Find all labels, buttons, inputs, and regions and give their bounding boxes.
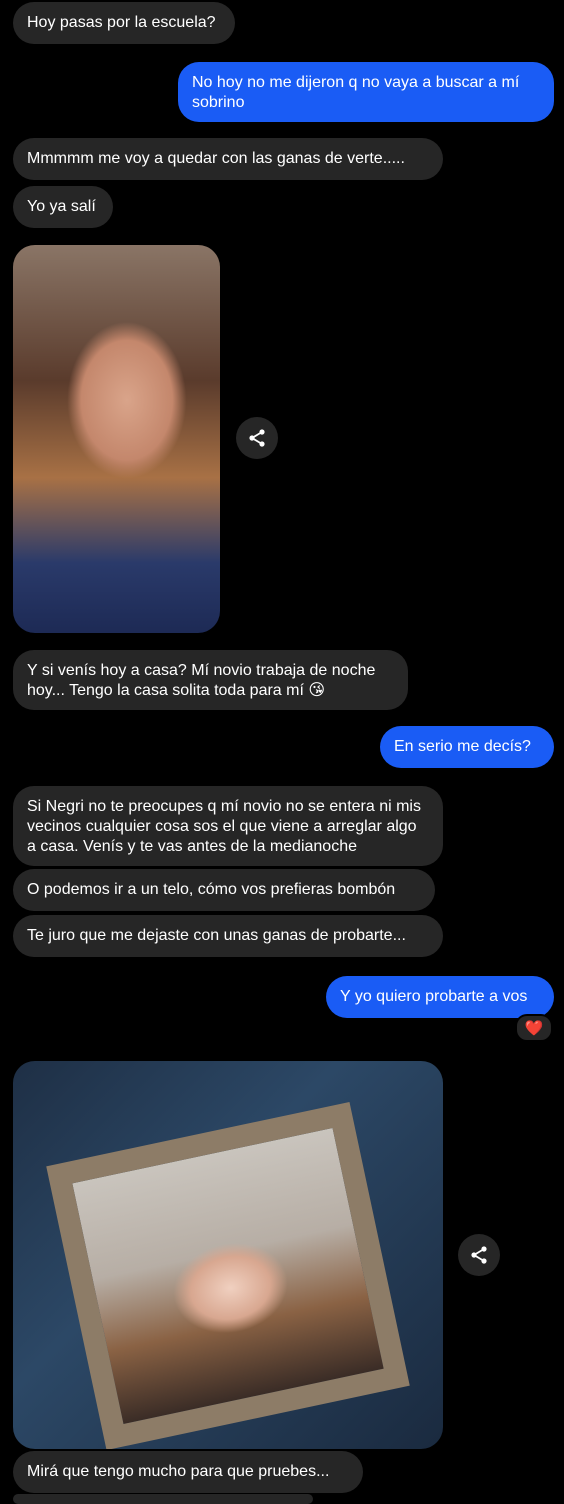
message-outgoing[interactable]: Y yo quiero probarte a vos xyxy=(326,976,554,1018)
shared-photo[interactable] xyxy=(13,245,220,633)
message-incoming[interactable]: O podemos ir a un telo, cómo vos prefier… xyxy=(13,869,435,911)
share-icon xyxy=(471,1246,487,1264)
message-outgoing[interactable]: En serio me decís? xyxy=(380,726,554,768)
share-button[interactable] xyxy=(458,1234,500,1276)
share-button[interactable] xyxy=(236,417,278,459)
share-icon xyxy=(249,429,265,447)
message-incoming[interactable]: Y si venís hoy a casa? Mí novio trabaja … xyxy=(13,650,408,710)
message-incoming[interactable]: Mirá que tengo mucho para que pruebes... xyxy=(13,1451,363,1493)
message-incoming[interactable]: Mmmmm me voy a quedar con las ganas de v… xyxy=(13,138,443,180)
message-outgoing[interactable]: No hoy no me dijeron q no vaya a buscar … xyxy=(178,62,554,122)
shared-photo[interactable] xyxy=(13,1061,443,1449)
message-incoming[interactable]: Te juro que me dejaste con unas ganas de… xyxy=(13,915,443,957)
message-incoming-partial xyxy=(13,1494,313,1504)
message-incoming[interactable]: Si Negri no te preocupes q mí novio no s… xyxy=(13,786,443,866)
heart-icon: ❤️ xyxy=(524,1019,544,1037)
message-incoming[interactable]: Yo ya salí xyxy=(13,186,113,228)
reaction-badge[interactable]: ❤️ xyxy=(515,1014,553,1042)
photo-content xyxy=(46,1101,410,1449)
message-incoming[interactable]: Hoy pasas por la escuela? xyxy=(13,2,235,44)
